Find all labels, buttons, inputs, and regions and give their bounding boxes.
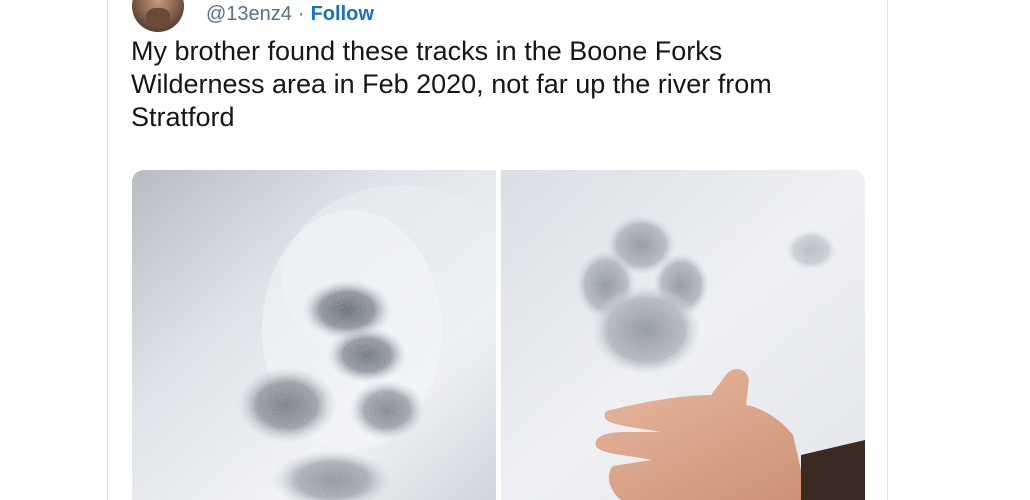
- tweet-header: @13enz4 · Follow: [206, 2, 374, 26]
- track-photo-closeup[interactable]: [132, 170, 496, 500]
- user-avatar[interactable]: [132, 0, 184, 32]
- tweet-text: My brother found these tracks in the Boo…: [131, 36, 772, 132]
- user-handle[interactable]: @13enz4: [206, 3, 292, 25]
- tweet-media: [132, 170, 865, 500]
- follow-button[interactable]: Follow: [311, 3, 374, 25]
- track-photo-with-hand[interactable]: [501, 170, 865, 500]
- tweet-card: @13enz4 · Follow My brother found these tr…: [107, 0, 888, 500]
- header-separator: ·: [297, 3, 305, 25]
